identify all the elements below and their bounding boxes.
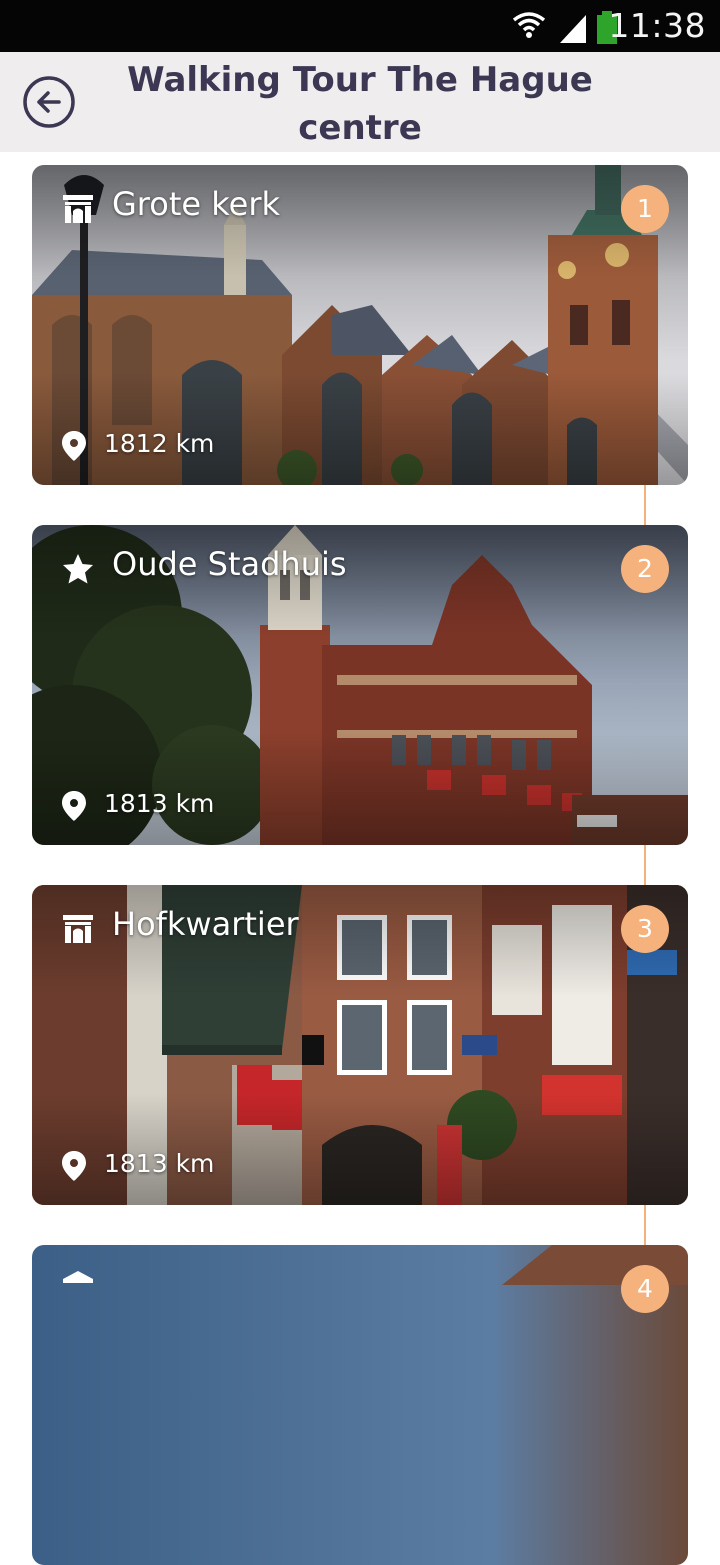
location-pin-icon (62, 431, 86, 461)
stop-distance: 1813 km (104, 789, 215, 818)
stop-card-oude-stadhuis[interactable]: Oude Stadhuis 1813 km (32, 525, 688, 845)
stop-number-badge: 1 (621, 185, 669, 233)
signal-icon (560, 15, 586, 43)
stop-card-hofkwartier[interactable]: Hofkwartier 1813 km (32, 885, 688, 1205)
location-pin-icon (62, 791, 86, 821)
stop-name: Hofkwartier (112, 905, 299, 943)
stop-card-grote-kerk[interactable]: Grote kerk 1812 km (32, 165, 688, 485)
stop-name: Oude Stadhuis (112, 545, 347, 583)
museum-icon (63, 1271, 93, 1283)
page-title: Walking Tour The Hague centre (110, 56, 610, 152)
stop-number-badge: 2 (621, 545, 669, 593)
wifi-icon (512, 12, 546, 38)
monument-icon (63, 195, 93, 223)
status-bar: 11:38 (0, 0, 720, 52)
page-title-line2: centre (298, 108, 422, 148)
back-arrow-circle-icon[interactable] (22, 75, 76, 129)
stop-name: Grote kerk (112, 185, 280, 223)
stop-number-badge: 3 (621, 905, 669, 953)
stop-distance: 1812 km (104, 429, 215, 458)
star-icon (63, 554, 93, 584)
building-photo (32, 1245, 688, 1565)
stop-card-4[interactable] (32, 1245, 688, 1565)
stop-distance: 1813 km (104, 1149, 215, 1178)
monument-icon (63, 915, 93, 943)
app-header: Walking Tour The Hague centre (0, 52, 720, 152)
location-pin-icon (62, 1151, 86, 1181)
page-title-line1: Walking Tour The Hague (127, 60, 593, 100)
stop-number-badge: 4 (621, 1265, 669, 1313)
status-time: 11:38 (608, 6, 706, 45)
